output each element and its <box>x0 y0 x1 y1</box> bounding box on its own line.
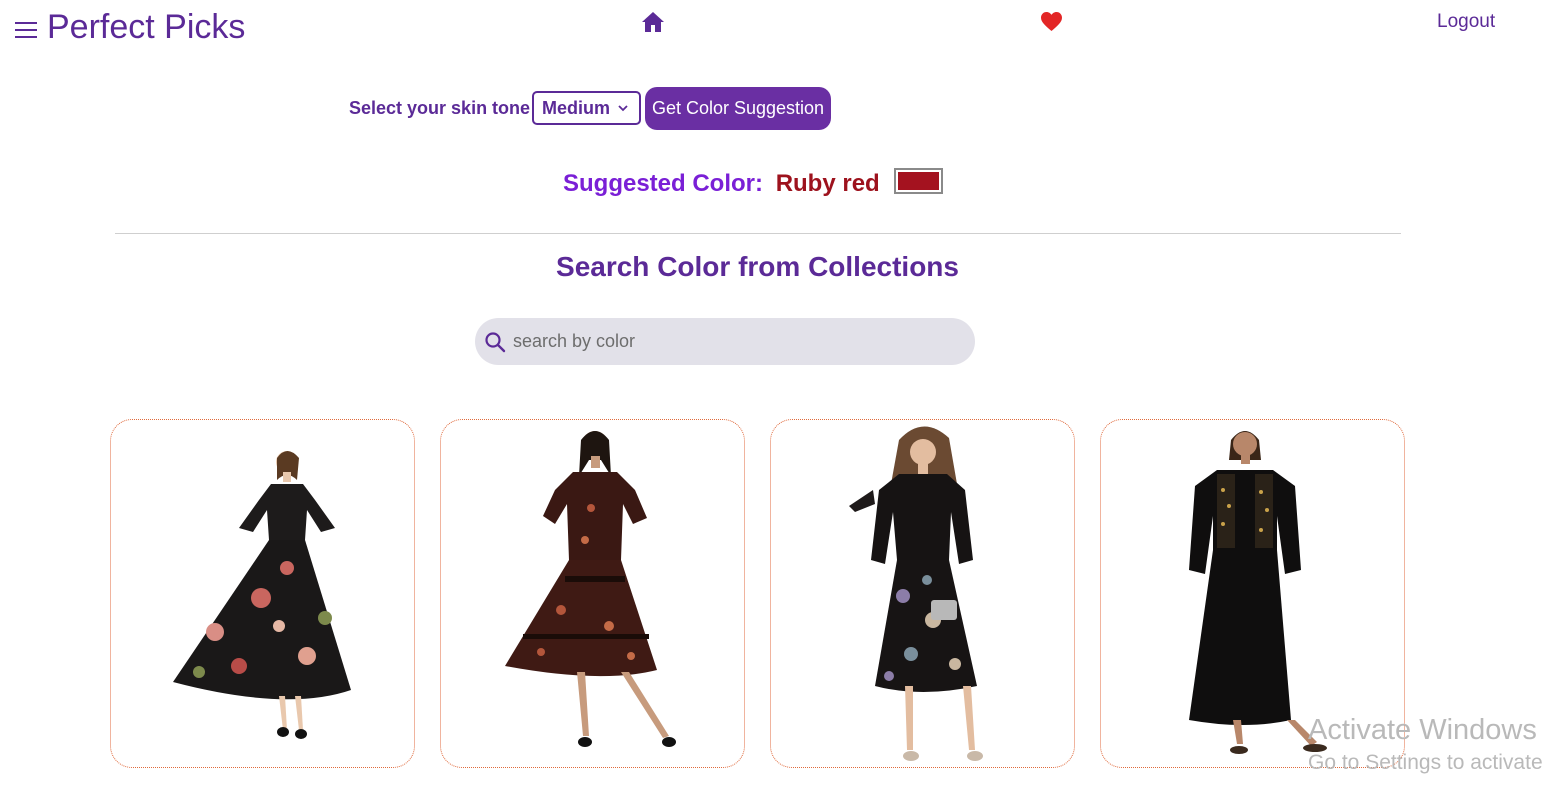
watermark-line-1: Activate Windows <box>1308 714 1537 746</box>
logout-link[interactable]: Logout <box>1437 11 1495 33</box>
suggested-color: Suggested Color: Ruby red <box>563 170 880 198</box>
home-icon[interactable] <box>641 11 665 33</box>
divider <box>115 233 1401 234</box>
product-card[interactable] <box>440 419 745 768</box>
search-input[interactable] <box>511 330 935 353</box>
windows-activation-watermark: Activate Windows Go to Settings to activ… <box>1308 714 1543 775</box>
search-section-title: Search Color from Collections <box>556 251 959 282</box>
watermark-line-2: Go to Settings to activate <box>1308 751 1543 774</box>
product-card[interactable] <box>110 419 415 768</box>
brand-title[interactable]: Perfect Picks <box>47 8 245 47</box>
search-icon <box>485 331 506 352</box>
menu-icon[interactable] <box>15 22 37 40</box>
get-color-suggestion-button[interactable]: Get Color Suggestion <box>645 87 831 130</box>
chevron-down-icon <box>618 105 628 112</box>
skin-tone-value: Medium <box>542 97 611 118</box>
product-card[interactable] <box>770 419 1075 768</box>
navbar: Perfect Picks Logout <box>0 0 1545 60</box>
skin-tone-label: Select your skin tone <box>349 98 531 118</box>
suggested-color-label: Suggested Color: <box>563 170 764 197</box>
product-image-floral-maxi-dress <box>173 451 351 739</box>
heart-icon[interactable] <box>1040 11 1063 32</box>
suggested-color-name: Ruby red <box>775 170 880 197</box>
skin-tone-select[interactable]: Medium <box>532 91 641 125</box>
color-swatch-fill <box>898 172 939 190</box>
search-bar[interactable] <box>475 318 975 365</box>
product-image-printed-midi-dress <box>505 431 676 747</box>
product-image-black-floral-dress <box>849 426 983 761</box>
color-swatch <box>894 168 943 194</box>
